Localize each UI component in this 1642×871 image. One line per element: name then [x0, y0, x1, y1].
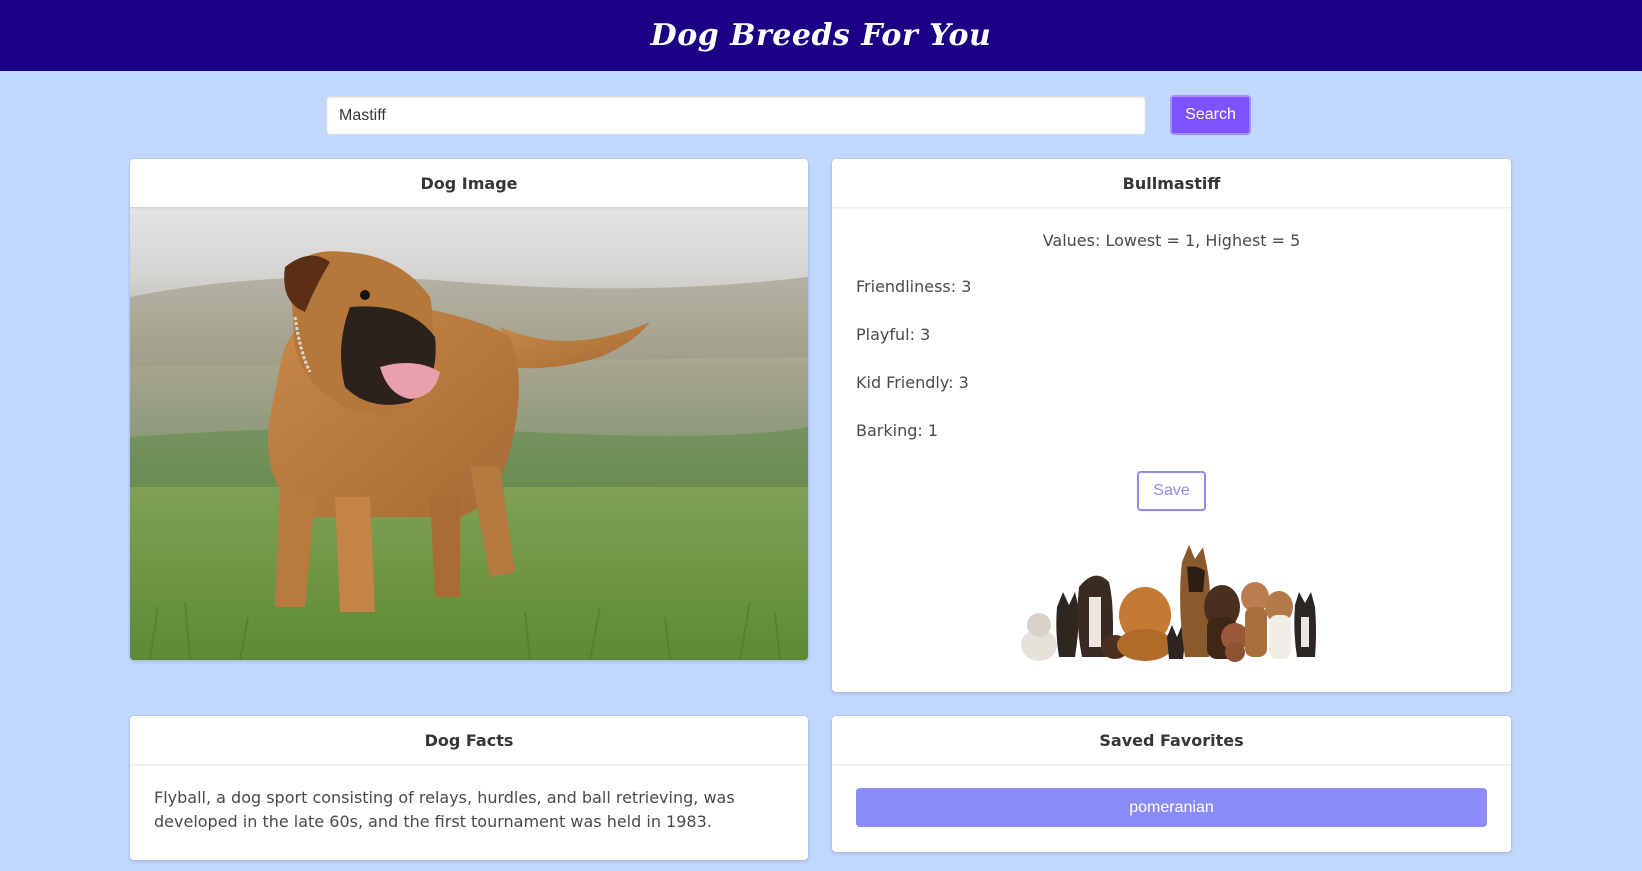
stat-friendliness: Friendliness: 3	[856, 277, 972, 296]
dog-facts-card: Dog Facts Flyball, a dog sport consistin…	[130, 716, 808, 860]
favorite-item-button[interactable]: pomeranian	[856, 788, 1487, 827]
breed-info-card: Bullmastiff Values: Lowest = 1, Highest …	[832, 159, 1511, 692]
stat-barking: Barking: 1	[856, 421, 939, 440]
dog-fact-text: Flyball, a dog sport consisting of relay…	[154, 788, 735, 831]
save-button[interactable]: Save	[1137, 471, 1206, 511]
breed-name: Bullmastiff	[832, 159, 1511, 207]
saved-favorites-title: Saved Favorites	[832, 716, 1511, 764]
dog-facts-title: Dog Facts	[130, 716, 808, 764]
app-header: Dog Breeds For You	[0, 0, 1642, 71]
stat-playful: Playful: 3	[856, 325, 931, 344]
dog-photo	[130, 207, 808, 660]
dog-image-card: Dog Image	[130, 159, 808, 660]
saved-favorites-card: Saved Favorites pomeranian	[832, 716, 1511, 852]
app-title: Dog Breeds For You	[650, 18, 992, 53]
dogs-group-image	[1021, 545, 1316, 662]
search-button[interactable]: Search	[1170, 95, 1251, 135]
search-input[interactable]	[326, 96, 1146, 135]
dog-image-card-title: Dog Image	[130, 159, 808, 207]
values-scale-note: Values: Lowest = 1, Highest = 5	[1042, 231, 1301, 250]
stat-kid-friendly: Kid Friendly: 3	[856, 373, 969, 392]
